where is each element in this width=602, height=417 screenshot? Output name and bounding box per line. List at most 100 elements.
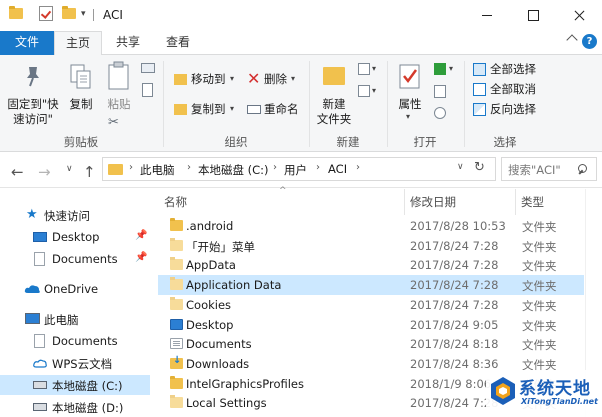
navigation-bar: ← → ∨ ↑ › 此电脑 › 本地磁盘 (C:) › 用户 › ACI › ∨… xyxy=(0,152,602,188)
invert-selection-button[interactable]: 反向选择 xyxy=(470,100,542,119)
new-folder-quick-icon[interactable] xyxy=(62,6,76,19)
properties-quick-icon[interactable] xyxy=(39,6,53,21)
easy-access-button[interactable]: ▾ xyxy=(356,83,380,101)
new-folder-button[interactable]: 新建 文件夹 xyxy=(314,59,354,131)
table-row[interactable]: 「开始」菜单 2017/8/24 7:28 文件夹 xyxy=(158,236,584,256)
folder-icon xyxy=(170,218,183,231)
new-item-button[interactable]: ▾ xyxy=(356,61,380,79)
back-arrow-icon[interactable]: ← xyxy=(11,163,24,181)
open-button[interactable]: ▾ xyxy=(432,61,458,79)
search-icon[interactable] xyxy=(578,164,587,173)
new-item-icon xyxy=(358,63,370,75)
nav-item-quick-access[interactable]: ★ 快速访问 xyxy=(0,205,150,225)
drive-icon xyxy=(33,403,47,411)
nav-item-wps-cloud[interactable]: WPS云文档 xyxy=(0,353,150,373)
copy-button[interactable]: 复制 xyxy=(64,59,98,119)
maximize-icon[interactable] xyxy=(510,0,556,31)
file-date: 2017/8/24 7:28 xyxy=(410,278,499,293)
easy-access-icon xyxy=(358,85,370,97)
minimize-icon[interactable] xyxy=(464,0,510,31)
nav-item-label: 此电脑 xyxy=(44,313,79,327)
paste-shortcut-icon xyxy=(142,83,153,97)
search-input[interactable]: 搜索"ACI" xyxy=(501,157,597,181)
nav-item-desktop[interactable]: Desktop 📌 xyxy=(0,227,150,247)
watermark-logo xyxy=(491,377,515,405)
chevron-right-icon[interactable]: › xyxy=(356,162,360,173)
breadcrumb-local-disk-c[interactable]: 本地磁盘 (C:) xyxy=(198,162,269,178)
nav-item-local-disk-c[interactable]: 本地磁盘 (C:) xyxy=(0,375,150,395)
refresh-icon[interactable]: ↻ xyxy=(474,160,485,175)
column-header-date[interactable]: 修改日期 xyxy=(404,189,514,215)
recent-locations-dropdown-icon[interactable]: ∨ xyxy=(66,164,73,174)
tab-share[interactable]: 共享 xyxy=(106,31,150,55)
table-row[interactable]: Desktop 2017/8/24 9:05 文件夹 xyxy=(158,315,584,335)
file-type: 文件夹 xyxy=(522,338,557,353)
paste-button[interactable]: 粘贴 ✂ xyxy=(101,59,137,131)
nav-item-local-disk-d[interactable]: 本地磁盘 (D:) xyxy=(0,397,150,417)
copy-to-label: 复制到 xyxy=(191,102,226,116)
copy-to-button[interactable]: 复制到 ▾ xyxy=(170,99,240,121)
nav-pane-scrollbar[interactable] xyxy=(150,189,156,417)
file-name: Downloads xyxy=(186,356,250,371)
forward-arrow-icon[interactable]: → xyxy=(38,163,51,181)
file-date: 2017/8/24 7:28 xyxy=(410,258,499,273)
cloud-icon xyxy=(24,285,40,293)
title-separator xyxy=(93,9,94,21)
ribbon-tabs: 文件 主页 共享 查看 ? xyxy=(0,31,602,56)
breadcrumb-this-pc[interactable]: 此电脑 xyxy=(140,162,175,178)
column-header-type[interactable]: 类型 xyxy=(515,189,585,215)
table-row[interactable]: Cookies 2017/8/24 7:28 文件夹 xyxy=(158,295,584,315)
table-row[interactable]: AppData 2017/8/24 7:28 文件夹 xyxy=(158,255,584,275)
edit-button[interactable] xyxy=(432,83,452,101)
file-date: 2017/8/24 9:05 xyxy=(410,317,499,332)
tab-home[interactable]: 主页 xyxy=(54,31,102,56)
nav-item-documents-pc[interactable]: Documents xyxy=(0,331,150,351)
watermark-title: 系统天地 xyxy=(519,379,591,399)
nav-item-onedrive[interactable]: OneDrive xyxy=(0,279,150,299)
nav-item-label: WPS云文档 xyxy=(52,357,113,371)
file-name: AppData xyxy=(186,258,236,273)
move-to-button[interactable]: 移动到 ▾ xyxy=(170,69,240,91)
customize-quick-access-dropdown[interactable]: ▾ xyxy=(81,9,86,19)
folder-icon xyxy=(170,395,183,409)
history-button[interactable] xyxy=(432,105,452,123)
file-date: 2017/8/24 8:18 xyxy=(410,337,499,352)
tab-view[interactable]: 查看 xyxy=(154,31,202,55)
select-none-button[interactable]: 全部取消 xyxy=(470,80,542,99)
up-arrow-icon[interactable]: ↑ xyxy=(83,163,96,181)
rename-button[interactable]: 重命名 xyxy=(244,99,304,121)
nav-item-documents[interactable]: Documents 📌 xyxy=(0,249,150,269)
address-history-dropdown-icon[interactable]: ∨ xyxy=(457,162,464,172)
nav-item-label: 本地磁盘 (C:) xyxy=(52,379,123,393)
computer-icon xyxy=(25,313,40,324)
breadcrumb-users[interactable]: 用户 xyxy=(284,162,307,178)
table-row[interactable]: Application Data 2017/8/24 7:28 文件夹 xyxy=(158,275,584,296)
tab-file[interactable]: 文件 xyxy=(0,31,54,55)
file-type: 文件夹 xyxy=(522,259,557,274)
chevron-right-icon[interactable]: › xyxy=(187,162,191,173)
address-bar[interactable]: › 此电脑 › 本地磁盘 (C:) › 用户 › ACI › ∨ ↻ xyxy=(102,157,496,181)
select-all-button[interactable]: 全部选择 xyxy=(470,60,542,79)
downloads-folder-icon xyxy=(170,355,183,369)
chevron-right-icon[interactable]: › xyxy=(129,162,133,173)
help-icon[interactable]: ? xyxy=(582,34,597,49)
chevron-right-icon[interactable]: › xyxy=(273,162,277,173)
properties-button[interactable]: 属性 ▾ xyxy=(392,59,428,131)
delete-button[interactable]: ✕ 删除 ▾ xyxy=(244,69,300,91)
properties-icon xyxy=(399,64,420,89)
collapse-ribbon-icon[interactable] xyxy=(566,34,578,46)
copy-to-icon xyxy=(174,104,187,115)
close-icon[interactable] xyxy=(556,0,602,31)
nav-item-this-pc[interactable]: 此电脑 xyxy=(0,309,150,329)
table-row[interactable]: Documents 2017/8/24 8:18 文件夹 xyxy=(158,334,584,354)
file-type: 文件夹 xyxy=(522,239,557,254)
paste-shortcut-button[interactable] xyxy=(139,81,157,101)
chevron-right-icon[interactable]: › xyxy=(316,162,320,173)
breadcrumb-aci[interactable]: ACI xyxy=(328,162,347,176)
select-all-label: 全部选择 xyxy=(490,62,536,76)
copy-path-button[interactable] xyxy=(139,61,157,81)
column-header-name[interactable]: 名称 xyxy=(158,189,404,215)
table-row[interactable]: .android 2017/8/28 10:53 文件夹 xyxy=(158,216,584,236)
pin-to-quick-access-button[interactable]: 固定到"快 速访问" xyxy=(4,59,62,131)
cut-icon[interactable]: ✂ xyxy=(108,115,119,130)
